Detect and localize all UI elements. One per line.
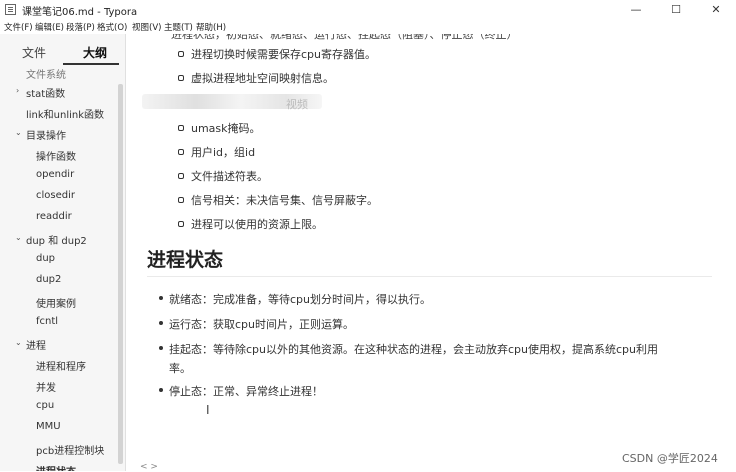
- outline-item[interactable]: dup 和 dup2: [26, 232, 87, 247]
- title-bar: 课堂笔记06.md - Typora — ☐ ✕: [0, 0, 736, 21]
- outline-item[interactable]: pcb进程控制块: [36, 442, 104, 457]
- outline-item[interactable]: dup: [36, 253, 55, 264]
- outline-item[interactable]: dup2: [36, 274, 61, 285]
- list-item: 进程可以使用的资源上限。: [191, 218, 323, 231]
- watermark: CSDN @学匠2024: [622, 452, 718, 465]
- list-item: 运行态：获取cpu时间片，正则运算。: [169, 318, 355, 331]
- heading-divider: [147, 276, 712, 277]
- list-bullet: [178, 75, 184, 81]
- list-bullet: [159, 388, 163, 392]
- outline-item[interactable]: MMU: [36, 421, 61, 432]
- editor-pane[interactable]: 进程状态，初始态、就绪态、运行态、挂起态（阻塞）、停止态（终止） 进程切换时候需…: [126, 34, 736, 472]
- list-item: 信号相关：未决信号集、信号屏蔽字。: [191, 194, 378, 207]
- outline-item[interactable]: 操作函数: [36, 148, 76, 163]
- menu-theme[interactable]: 主题(T): [164, 21, 193, 33]
- text-cursor-icon: I: [206, 403, 210, 417]
- window-title: 课堂笔记06.md - Typora: [22, 7, 138, 18]
- chevron-down-icon[interactable]: ⌄: [15, 128, 22, 137]
- outline-item[interactable]: 使用案例: [36, 295, 76, 310]
- section-heading: 进程状态: [147, 249, 224, 271]
- outline-item[interactable]: 文件系统: [26, 68, 66, 81]
- list-bullet: [178, 125, 184, 131]
- chevron-down-icon[interactable]: ⌄: [15, 233, 22, 242]
- outline-item[interactable]: stat函数: [26, 85, 65, 100]
- list-item: 挂起态：等待除cpu以外的其他资源。在这种状态的进程，会主动放弃cpu使用权，提…: [169, 343, 659, 356]
- sidebar: 文件 大纲 文件系统 › stat函数 link和unlink函数 ⌄ 目录操作…: [0, 34, 126, 471]
- outline-item[interactable]: link和unlink函数: [26, 106, 104, 121]
- maximize-button[interactable]: ☐: [656, 0, 696, 20]
- list-bullet: [178, 51, 184, 57]
- menu-paragraph[interactable]: 段落(P): [66, 21, 95, 33]
- outline-item[interactable]: readdir: [36, 211, 72, 222]
- cut-text-line: 进程状态，初始态、就绪态、运行态、挂起态（阻塞）、停止态（终止）: [171, 34, 518, 41]
- blurred-text: 视频: [286, 98, 308, 111]
- sidebar-scrollbar[interactable]: [118, 84, 123, 464]
- outline-list: 文件系统 › stat函数 link和unlink函数 ⌄ 目录操作 操作函数 …: [0, 68, 118, 471]
- menu-bar: 文件(F) 编辑(E) 段落(P) 格式(O) 视图(V) 主题(T) 帮助(H…: [0, 20, 736, 33]
- outline-item[interactable]: 目录操作: [26, 127, 66, 142]
- tab-outline[interactable]: 大纲: [83, 44, 107, 61]
- menu-help[interactable]: 帮助(H): [196, 21, 226, 33]
- cut-line-wrapper: 进程状态，初始态、就绪态、运行态、挂起态（阻塞）、停止态（终止）: [126, 34, 736, 42]
- list-item: 停止态：正常、异常终止进程！: [169, 385, 323, 398]
- outline-item-active[interactable]: 进程状态: [36, 463, 76, 471]
- minimize-button[interactable]: —: [616, 0, 656, 20]
- list-item-continuation: 率。: [169, 362, 191, 375]
- tab-files[interactable]: 文件: [22, 44, 46, 61]
- list-bullet: [159, 346, 163, 350]
- outline-item[interactable]: cpu: [36, 400, 54, 411]
- list-item: 进程切换时候需要保存cpu寄存器值。: [191, 48, 377, 61]
- list-item: 虚拟进程地址空间映射信息。: [191, 72, 334, 85]
- list-item: 就绪态：完成准备，等待cpu划分时间片，得以执行。: [169, 293, 432, 306]
- menu-file[interactable]: 文件(F): [4, 21, 33, 33]
- list-bullet: [159, 296, 163, 300]
- list-bullet: [178, 197, 184, 203]
- outline-item[interactable]: closedir: [36, 190, 75, 201]
- list-item: 用户id，组id: [191, 146, 256, 159]
- chevron-down-icon[interactable]: ⌄: [15, 338, 22, 347]
- list-item: umask掩码。: [191, 122, 261, 135]
- list-bullet: [159, 321, 163, 325]
- outline-item[interactable]: 并发: [36, 379, 56, 394]
- outline-item[interactable]: 进程和程序: [36, 358, 86, 373]
- list-bullet: [178, 173, 184, 179]
- active-tab-indicator: [63, 63, 119, 65]
- menu-view[interactable]: 视图(V): [132, 21, 161, 33]
- outline-item[interactable]: 进程: [26, 337, 46, 352]
- list-bullet: [178, 221, 184, 227]
- list-bullet: [178, 149, 184, 155]
- typora-app-icon: [5, 4, 16, 15]
- menu-format[interactable]: 格式(O): [97, 21, 127, 33]
- list-item: 文件描述符表。: [191, 170, 268, 183]
- chevron-right-icon[interactable]: ›: [16, 86, 19, 95]
- close-button[interactable]: ✕: [696, 0, 736, 20]
- outline-item[interactable]: opendir: [36, 169, 74, 180]
- outline-item[interactable]: fcntl: [36, 316, 58, 327]
- menu-edit[interactable]: 编辑(E): [35, 21, 64, 33]
